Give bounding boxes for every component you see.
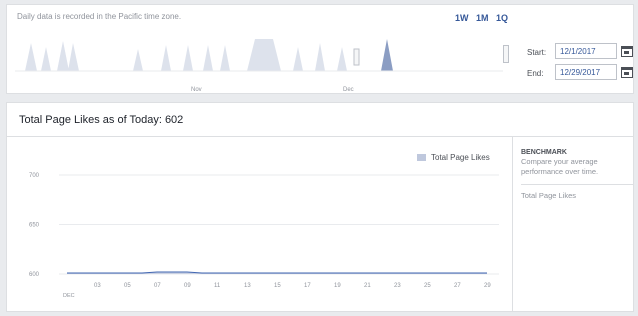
spark-peak-selected (381, 39, 393, 71)
series-line (67, 271, 487, 274)
end-label: End: (527, 69, 544, 78)
benchmark-panel: BENCHMARK Compare your average performan… (512, 137, 634, 311)
x-tick-label: 07 (154, 283, 161, 289)
likes-card-body: Total Page Likes 700 650 600 03 05 07 09 11 13 15… (6, 136, 634, 312)
spark-peak (315, 43, 325, 71)
start-label: Start: (527, 48, 547, 57)
x-tick-label: 21 (364, 283, 371, 289)
y-tick-label: 700 (29, 173, 40, 179)
x-tick-label: 19 (334, 283, 341, 289)
calendar-icon[interactable] (621, 46, 633, 57)
spark-peak (337, 47, 347, 71)
range-handle-left (353, 48, 360, 66)
date-range-panel: Daily data is recorded in the Pacific ti… (6, 4, 634, 94)
end-date-input[interactable]: 12/29/2017 (555, 64, 617, 80)
range-handle-right[interactable] (503, 45, 509, 63)
y-tick-label: 650 (29, 223, 40, 229)
spark-peak (41, 47, 51, 71)
sparkline-peaks (25, 39, 347, 71)
y-tick-label: 600 (29, 272, 40, 278)
spark-peak (203, 45, 213, 71)
x-tick-label: 09 (184, 283, 191, 289)
range-presets: 1W 1M 1Q (455, 13, 513, 23)
preset-1m[interactable]: 1M (476, 13, 489, 23)
likes-card-header: Total Page Likes as of Today: 602 (6, 102, 634, 136)
x-tick-label: 05 (124, 283, 131, 289)
end-row: End: (527, 69, 557, 78)
x-month-label: DEC (63, 293, 75, 299)
spark-peak (247, 39, 281, 71)
spark-peak (293, 47, 303, 71)
x-tick-label: 29 (484, 283, 491, 289)
spark-peak (183, 45, 193, 71)
start-row: Start: (527, 48, 557, 57)
likes-chart: Total Page Likes 700 650 600 03 05 07 09 11 13 15… (7, 137, 511, 311)
x-tick-label: 15 (274, 283, 281, 289)
month-label-nov: Nov (191, 87, 202, 93)
likes-line-chart[interactable]: 700 650 600 03 05 07 09 11 13 15 17 19 21 23 25 27 29 DEC (7, 137, 511, 311)
spark-peak (57, 41, 69, 71)
x-tick-label: 17 (304, 283, 311, 289)
spark-peak (68, 43, 79, 71)
spark-peak (133, 49, 143, 71)
spark-peak (25, 43, 37, 71)
x-tick-label: 13 (244, 283, 251, 289)
benchmark-description: Compare your average performance over ti… (521, 157, 599, 176)
calendar-icon[interactable] (621, 67, 633, 78)
preset-1q[interactable]: 1Q (496, 13, 508, 23)
timezone-note: Daily data is recorded in the Pacific ti… (17, 12, 182, 21)
preset-1w[interactable]: 1W (455, 13, 469, 23)
spark-peak (161, 45, 171, 71)
benchmark-divider (521, 184, 634, 185)
benchmark-title: BENCHMARK (521, 149, 567, 156)
benchmark-metric-total-page-likes[interactable]: Total Page Likes (521, 191, 633, 200)
x-tick-label: 03 (94, 283, 101, 289)
likes-title: Total Page Likes as of Today: 602 (19, 114, 184, 126)
spark-peak (220, 45, 230, 71)
range-sparkline[interactable] (15, 27, 503, 77)
month-label-dec: Dec (343, 87, 354, 93)
x-tick-label: 27 (454, 283, 461, 289)
start-date-input[interactable]: 12/1/2017 (555, 43, 617, 59)
x-tick-label: 25 (424, 283, 431, 289)
x-tick-label: 11 (214, 283, 221, 289)
x-tick-label: 23 (394, 283, 401, 289)
